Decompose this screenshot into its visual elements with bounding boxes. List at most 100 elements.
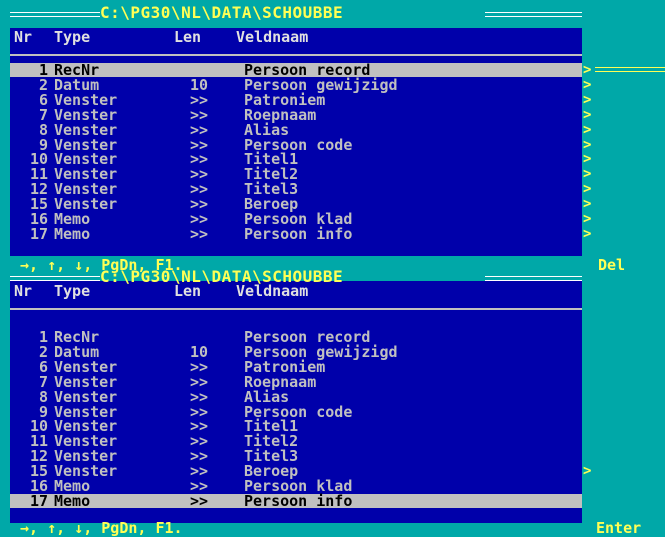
row-arrow-icon: > — [583, 91, 592, 108]
table-row[interactable]: 17 Memo >> Persoon info — [10, 224, 582, 243]
table-row[interactable]: 15 Venster >> Beroep — [10, 462, 582, 481]
field-nr: 9 — [38, 135, 48, 154]
bottom-key-enter[interactable]: Enter — [596, 519, 641, 537]
field-type: Venster — [54, 90, 118, 109]
top-selection-extend — [595, 67, 665, 72]
field-len: >> — [189, 387, 208, 406]
field-nr: 10 — [29, 417, 48, 436]
field-type: Venster — [54, 195, 118, 214]
field-len: >> — [189, 491, 208, 510]
field-type: RecNr — [54, 328, 100, 346]
field-nr: 9 — [38, 402, 48, 421]
field-len: >> — [189, 150, 208, 169]
row-arrow-icon: > — [583, 166, 592, 183]
row-arrow-icon: > — [583, 211, 592, 227]
field-name: Beroep — [244, 462, 299, 481]
field-name: Persoon gewijzigd — [244, 75, 398, 94]
field-len: >> — [189, 195, 208, 214]
field-name: Persoon code — [244, 402, 353, 421]
table-row[interactable]: 6 Venster >> Patroniem — [10, 90, 582, 109]
field-type: Venster — [54, 402, 118, 421]
header-veldnaam: Veldnaam — [236, 28, 309, 46]
field-nr: 6 — [38, 90, 48, 109]
field-name: Alias — [244, 387, 290, 406]
top-panel: C:\PG30\NL\DATA\SCHOUBBE Nr Type Len Veldna… — [0, 0, 665, 274]
field-name: Persoon gewijzigd — [244, 342, 398, 361]
table-row[interactable]: 12 Venster >> Titel3 — [10, 447, 582, 466]
field-len: >> — [189, 90, 208, 109]
field-len: >> — [189, 447, 208, 466]
table-row[interactable]: 10 Venster >> Titel1 — [10, 417, 582, 436]
table-row[interactable]: 2 Datum 10 Persoon gewijzigd — [10, 75, 582, 94]
field-len: >> — [189, 477, 208, 495]
field-type: Venster — [54, 105, 118, 124]
field-nr: 7 — [38, 105, 48, 124]
table-row[interactable]: 10 Venster >> Titel1 — [10, 150, 582, 169]
table-row[interactable]: 11 Venster >> Titel2 — [10, 432, 582, 451]
field-len: >> — [189, 417, 208, 436]
bottom-header-rule — [10, 308, 582, 310]
field-type: Venster — [54, 135, 118, 154]
table-row[interactable]: 15 Venster >> Beroep — [10, 195, 582, 214]
table-row[interactable]: 1 RecNr Persoon record — [10, 328, 582, 346]
field-name: Roepnaam — [244, 372, 317, 391]
field-type: Venster — [54, 165, 118, 184]
field-type: Venster — [54, 120, 118, 139]
field-nr: 12 — [29, 180, 48, 199]
field-name: Patroniem — [244, 357, 326, 376]
table-row[interactable]: 2 Datum 10 Persoon gewijzigd — [10, 342, 582, 361]
field-type: Venster — [54, 357, 118, 376]
header-type: Type — [54, 282, 91, 300]
field-type: Venster — [54, 180, 118, 199]
table-row[interactable]: 17 Memo >> Persoon info — [10, 491, 582, 510]
field-type: RecNr — [54, 61, 100, 79]
field-len: >> — [189, 135, 208, 154]
header-nr: Nr — [14, 282, 33, 300]
row-arrow-icon: > — [583, 151, 592, 168]
table-row[interactable]: 16 Memo >> Persoon klad — [10, 210, 582, 228]
table-row[interactable]: 9 Venster >> Persoon code — [10, 402, 582, 421]
row-arrow-icon: > — [583, 225, 592, 242]
row-arrow-icon: > — [583, 463, 592, 480]
field-name: Persoon info — [244, 491, 353, 510]
field-nr: 15 — [29, 195, 48, 214]
table-row[interactable]: 6 Venster >> Patroniem — [10, 357, 582, 376]
row-arrow-icon: > — [583, 136, 592, 153]
table-row[interactable]: 9 Venster >> Persoon code — [10, 135, 582, 154]
field-name: Persoon record — [244, 61, 371, 79]
table-row[interactable]: 7 Venster >> Roepnaam — [10, 372, 582, 391]
field-name: Persoon klad — [244, 210, 353, 228]
top-header-rule — [10, 54, 582, 56]
row-arrow-icon: > — [583, 106, 592, 123]
field-name: Alias — [244, 120, 290, 139]
field-len: >> — [189, 224, 208, 243]
field-name: Persoon info — [244, 224, 353, 243]
table-row[interactable]: 11 Venster >> Titel2 — [10, 165, 582, 184]
top-title-rule-right — [485, 12, 582, 17]
field-nr: 7 — [38, 372, 48, 391]
field-type: Datum — [54, 342, 100, 361]
field-len: >> — [189, 372, 208, 391]
field-nr: 16 — [29, 210, 48, 228]
table-row[interactable]: 12 Venster >> Titel3 — [10, 180, 582, 199]
table-row[interactable]: 1 RecNr Persoon record — [10, 61, 582, 79]
field-type: Datum — [54, 75, 100, 94]
row-arrow-icon: > — [583, 62, 592, 78]
row-arrow-icon: > — [583, 121, 592, 138]
table-row[interactable]: 7 Venster >> Roepnaam — [10, 105, 582, 124]
table-row[interactable]: 16 Memo >> Persoon klad — [10, 477, 582, 495]
field-name: Titel2 — [244, 432, 299, 451]
table-row[interactable]: 8 Venster >> Alias — [10, 387, 582, 406]
bottom-title-rule-left — [10, 276, 100, 281]
field-type: Venster — [54, 417, 118, 436]
field-type: Venster — [54, 462, 118, 481]
field-nr: 8 — [38, 387, 48, 406]
row-arrow-icon: > — [583, 76, 592, 93]
field-type: Venster — [54, 387, 118, 406]
header-nr: Nr — [14, 28, 33, 46]
header-veldnaam: Veldnaam — [236, 282, 309, 300]
table-row[interactable]: 8 Venster >> Alias — [10, 120, 582, 139]
field-name: Titel3 — [244, 180, 299, 199]
field-type: Memo — [54, 210, 91, 228]
field-len: >> — [189, 357, 208, 376]
